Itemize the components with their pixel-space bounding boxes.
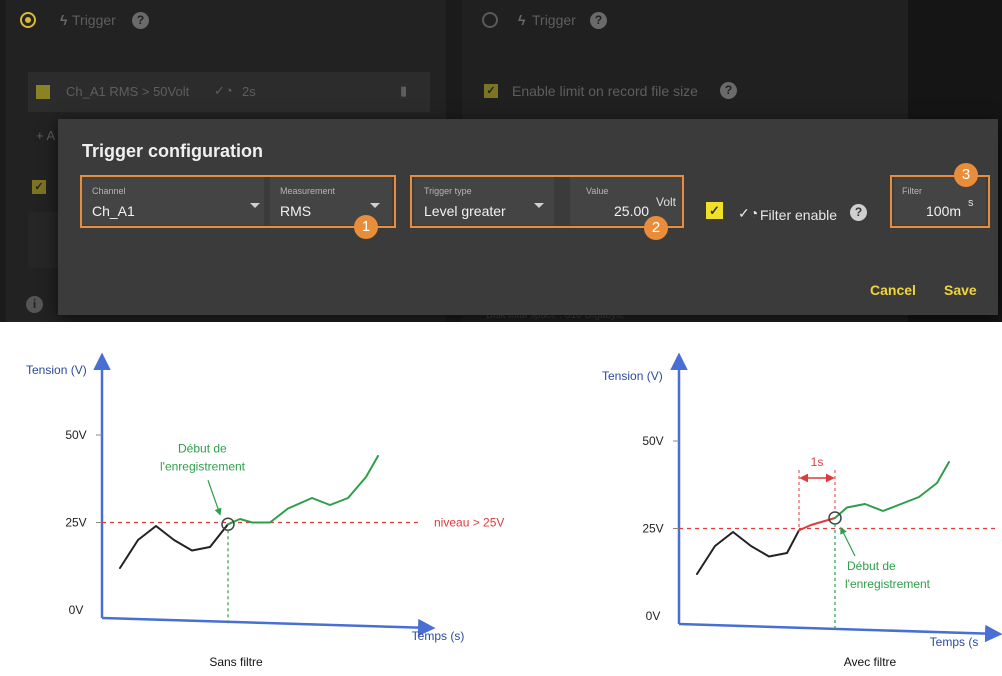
y-tick-label: 25V	[642, 522, 663, 536]
help-icon[interactable]: ?	[132, 12, 149, 29]
info-icon: i	[26, 296, 43, 313]
help-icon[interactable]: ?	[720, 82, 737, 99]
step-badge-2: 2	[644, 216, 668, 240]
series-line-avant	[696, 529, 800, 575]
y-tick-label: 25V	[65, 516, 86, 530]
x-axis-label: Temps (s	[930, 635, 979, 649]
bolt-icon: ϟ	[518, 12, 526, 28]
save-button[interactable]: Save	[944, 282, 977, 298]
y-tick-label: 0V	[646, 609, 661, 623]
bolt-icon: ϟ	[60, 12, 68, 28]
step-badge-3: 3	[954, 163, 978, 187]
y-axis-label: Tension (V)	[26, 363, 87, 377]
trigger-radio-right[interactable]	[482, 12, 498, 28]
highlight-box-1	[80, 175, 396, 228]
add-trigger-button[interactable]: + A	[36, 128, 55, 143]
series-line-enregistrement	[227, 455, 379, 526]
enable-limit-checkbox[interactable]: ✓	[484, 84, 498, 98]
y-tick-label: 50V	[642, 434, 663, 448]
chart-area: Tension (V) Temps (s) 0V 25V 50V niveau > 25V…	[6, 338, 1002, 676]
x-axis	[678, 622, 1002, 643]
filter-enable-label: Filter enable	[760, 207, 838, 223]
y-axis-label: Tension (V)	[602, 369, 663, 383]
dialog-title: Trigger configuration	[82, 141, 264, 161]
cancel-button[interactable]: Cancel	[870, 282, 916, 298]
annotation-line1: Début de	[178, 441, 227, 455]
annotation-arrow	[207, 480, 222, 516]
enable-limit-label: Enable limit on record file size	[512, 83, 698, 99]
rule-duration: 2s	[242, 84, 256, 99]
highlight-box-2	[410, 175, 684, 228]
threshold-label: niveau > 25V	[434, 516, 504, 530]
trigger-rule-row[interactable]: Ch_A1 RMS > 50Volt ✓◔ 2s ▮	[28, 72, 430, 112]
trigger-radio-left[interactable]	[20, 12, 36, 28]
interval-label: 1s	[811, 455, 824, 469]
x-axis-label: Temps (s)	[412, 629, 465, 643]
annotation-arrow	[840, 526, 856, 557]
step-badge-1: 1	[354, 215, 378, 239]
app-screenshot: ϟ Trigger ? Ch_A1 RMS > 50Volt ✓◔ 2s ▮ +…	[0, 0, 1002, 322]
y-tick-label: 50V	[65, 428, 86, 442]
duration-icon: ✓◔	[214, 83, 233, 98]
highlight-box-3	[890, 175, 990, 228]
rule-color-swatch	[36, 85, 50, 99]
y-tick-label: 0V	[69, 603, 84, 617]
annotation-line2: l'enregistrement	[160, 459, 246, 473]
help-icon[interactable]: ?	[590, 12, 607, 29]
series-line-enregistrement	[834, 461, 950, 519]
filter-enable-icon: ✓◔	[738, 205, 759, 221]
trigger-config-dialog: Trigger configuration Channel Ch_A1 Meas…	[58, 119, 998, 315]
chart-title: Avec filtre	[844, 655, 897, 669]
series-line-avant	[119, 523, 229, 569]
rule-text: Ch_A1 RMS > 50Volt	[66, 84, 190, 99]
trigger-title-right: Trigger	[532, 12, 576, 28]
annotation-line2: l'enregistrement	[845, 577, 931, 591]
chart-sans-filtre: Tension (V) Temps (s) 0V 25V 50V niveau > 25V…	[26, 352, 504, 669]
annotation-line1: Début de	[847, 559, 896, 573]
x-axis	[101, 616, 436, 637]
trigger-charts: Tension (V) Temps (s) 0V 25V 50V niveau > 25V…	[26, 352, 1002, 669]
chart-avec-filtre: Tension (V) Temps (s 0V 25V 50V Début de l'enr…	[602, 352, 1002, 669]
delete-icon[interactable]: ▮	[400, 83, 407, 99]
help-icon[interactable]: ?	[850, 204, 867, 221]
trigger-title-left: Trigger	[72, 12, 116, 28]
filter-enable-checkbox[interactable]: ✓	[706, 202, 723, 219]
checkbox-left[interactable]: ✓	[32, 180, 46, 194]
chart-title: Sans filtre	[209, 655, 263, 669]
